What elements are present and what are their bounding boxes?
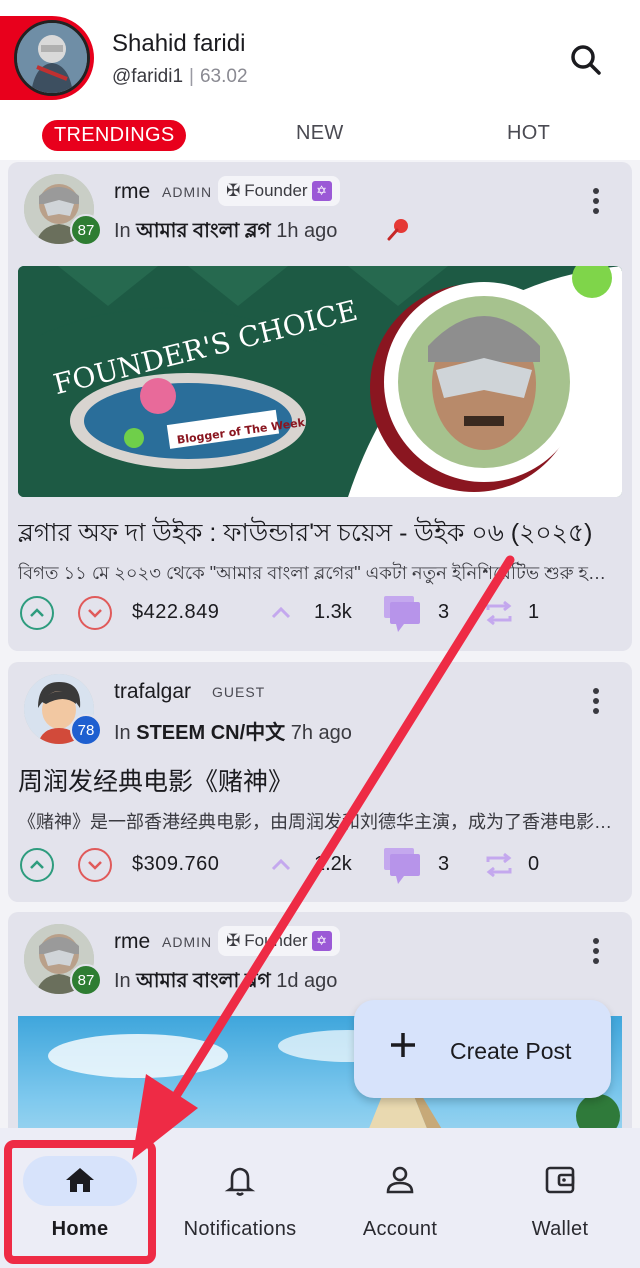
nav-label-wallet: Wallet: [531, 1218, 589, 1240]
author-name[interactable]: rme: [114, 180, 150, 204]
founder-badge: ✠ Founder ✡: [218, 176, 340, 206]
post-actions: $309.760 1.2k 3 0: [20, 848, 620, 888]
votes-icon[interactable]: [268, 600, 294, 626]
post-title[interactable]: ব্লগার অফ দা উইক : ফাউন্ডার'স চয়েস - উই…: [18, 513, 622, 556]
upvote-button[interactable]: [20, 848, 54, 882]
post-payout[interactable]: $422.849: [132, 601, 219, 624]
post-actions: $422.849 1.3k 3 1: [20, 596, 620, 636]
app-header: Shahid faridi @faridi1 | 63.02: [0, 0, 640, 108]
plus-icon: [388, 1030, 418, 1060]
cross-icon: ✠: [226, 181, 241, 200]
resteems-count: 1: [528, 601, 540, 623]
post-excerpt[interactable]: 《赌神》是一部香港经典电影，由周润发和刘德华主演，成为了香港电影史上的经典之作: [18, 808, 622, 834]
reputation-badge: 87: [70, 214, 102, 246]
community-link[interactable]: আমার বাংলা ব্লগ: [136, 970, 270, 992]
chevron-up-icon: [30, 860, 44, 869]
nav-label-notifications: Notifications: [183, 1218, 297, 1240]
author-name[interactable]: rme: [114, 930, 150, 954]
post-payout[interactable]: $309.760: [132, 853, 219, 876]
tab-trendings[interactable]: TRENDINGS: [42, 120, 187, 151]
person-icon: [382, 1162, 418, 1198]
post-meta: In আমার বাংলা ব্লগ 1d ago: [114, 970, 338, 992]
create-post-label: Create Post: [450, 1038, 572, 1064]
author-role: ADMIN: [162, 934, 213, 950]
reputation-badge: 78: [70, 714, 102, 746]
bell-icon: [222, 1162, 258, 1198]
wallet-icon: [542, 1162, 578, 1198]
post-meta: In STEEM CN/中文 7h ago: [114, 722, 352, 744]
chevron-down-icon: [88, 609, 102, 618]
nav-account[interactable]: Account: [320, 1128, 480, 1268]
upvote-button[interactable]: [20, 596, 54, 630]
post-thumbnail[interactable]: FOUNDER'S CHOICE Blogger of The Week: [18, 266, 622, 497]
votes-icon[interactable]: [268, 852, 294, 878]
votes-count: 1.3k: [314, 601, 352, 623]
app-root: Shahid faridi @faridi1 | 63.02 TRENDINGS N…: [0, 0, 640, 1268]
author-role: GUEST: [212, 684, 266, 700]
reputation-badge: 87: [70, 964, 102, 996]
author-name[interactable]: trafalgar: [114, 680, 191, 704]
post-time: 1h ago: [276, 220, 338, 242]
search-icon[interactable]: [566, 40, 606, 80]
nav-label-account: Account: [362, 1218, 438, 1240]
post-card[interactable]: 78 trafalgar GUEST In STEEM CN/中文 7h ago…: [8, 662, 632, 902]
post-time: 7h ago: [290, 722, 352, 744]
feed-tabs: TRENDINGS NEW HOT: [0, 108, 640, 160]
votes-count: 1.2k: [314, 853, 352, 875]
create-post-button[interactable]: Create Post: [354, 1000, 611, 1098]
comments-icon[interactable]: [382, 846, 422, 886]
user-handle: @faridi1: [112, 66, 184, 87]
downvote-button[interactable]: [78, 596, 112, 630]
more-options-icon[interactable]: [586, 188, 606, 218]
downvote-button[interactable]: [78, 848, 112, 882]
more-options-icon[interactable]: [586, 938, 606, 968]
founder-label: Founder: [244, 181, 308, 200]
pin-icon: [386, 216, 412, 248]
user-avatar[interactable]: [14, 20, 90, 96]
chevron-down-icon: [88, 861, 102, 870]
user-handle-line: @faridi1 | 63.02: [112, 66, 248, 87]
author-role: ADMIN: [162, 184, 213, 200]
comments-count: 3: [438, 601, 450, 623]
comments-count: 3: [438, 853, 450, 875]
founder-label: Founder: [244, 931, 308, 950]
founder-badge: ✠ Founder ✡: [218, 926, 340, 956]
post-time: 1d ago: [276, 970, 338, 992]
community-link[interactable]: STEEM CN/中文: [136, 722, 285, 744]
user-reputation: 63.02: [199, 66, 248, 87]
star-of-david-icon: ✡: [311, 931, 332, 951]
post-card[interactable]: 87 rme ADMIN ✠ Founder ✡ In আমার বাংলা ব…: [8, 162, 632, 651]
resteem-icon[interactable]: [482, 596, 516, 630]
chevron-up-icon: [30, 608, 44, 617]
nav-wallet[interactable]: Wallet: [480, 1128, 640, 1268]
resteems-count: 0: [528, 853, 540, 875]
community-link[interactable]: আমার বাংলা ব্লগ: [136, 220, 270, 242]
nav-notifications[interactable]: Notifications: [160, 1128, 320, 1268]
post-excerpt[interactable]: বিগত ১১ মে ২০২৩ থেকে "আমার বাংলা ব্লগের"…: [18, 559, 622, 590]
comments-icon[interactable]: [382, 594, 422, 634]
resteem-icon[interactable]: [482, 848, 516, 882]
highlight-box: [4, 1140, 156, 1264]
tab-hot[interactable]: HOT: [507, 122, 550, 145]
post-meta: In আমার বাংলা ব্লগ 1h ago: [114, 220, 338, 242]
post-title[interactable]: 周润发经典电影《赌神》: [18, 762, 622, 798]
star-of-david-icon: ✡: [311, 181, 332, 201]
tab-new[interactable]: NEW: [296, 122, 344, 145]
user-name: Shahid faridi: [112, 30, 246, 57]
cross-icon: ✠: [226, 931, 241, 950]
more-options-icon[interactable]: [586, 688, 606, 718]
